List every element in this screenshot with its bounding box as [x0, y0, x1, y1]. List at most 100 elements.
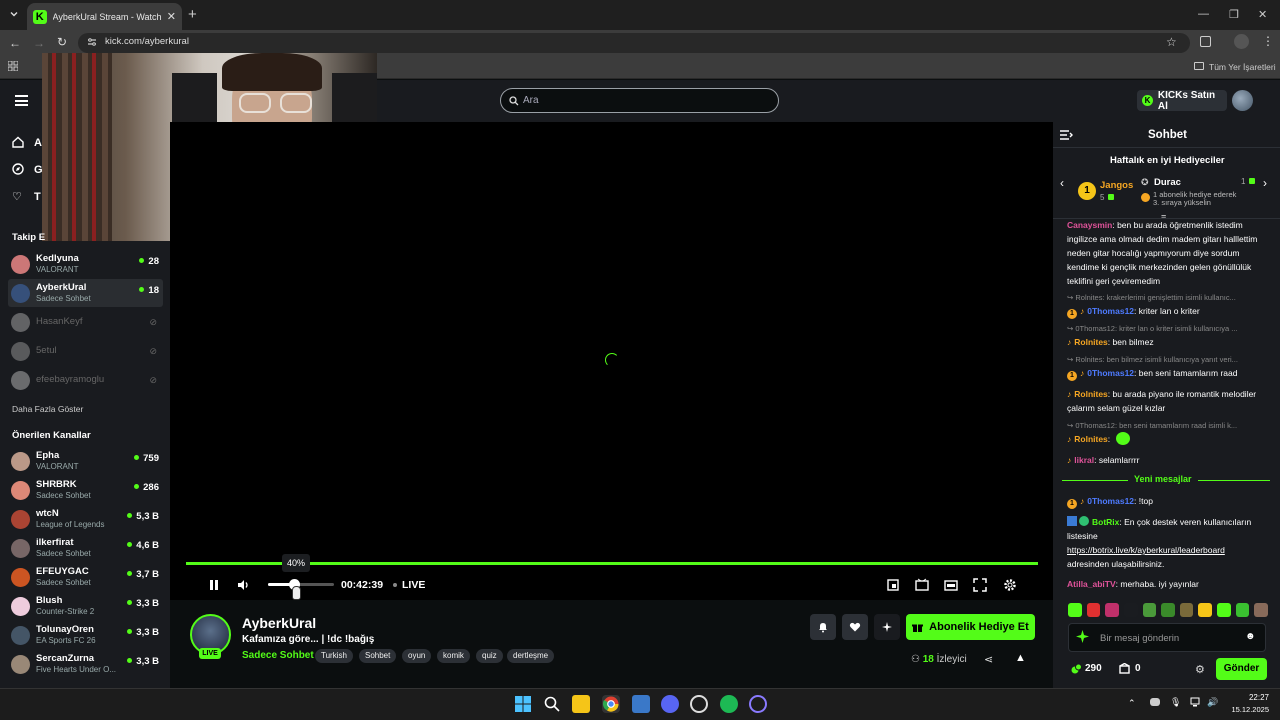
sidebar-channel-efeebayramoglu[interactable]: efeebayramoglu ⊘ — [8, 366, 163, 394]
chat-link[interactable]: https://botrix.live/k/ayberkural/leaderb… — [1067, 543, 1267, 557]
emote-icon[interactable] — [1161, 603, 1175, 617]
window-close-icon[interactable]: ✕ — [1258, 8, 1267, 21]
sidebar-channel-ilkerfirat[interactable]: ilkerfirat Sadece Sohbet 4,6 B — [8, 534, 163, 562]
apps-grid-icon[interactable] — [8, 61, 18, 71]
emote-icon[interactable] — [1198, 603, 1213, 617]
theater-button[interactable] — [915, 578, 929, 592]
site-info-icon[interactable] — [87, 37, 97, 47]
url-field[interactable] — [78, 33, 1190, 53]
chat-settings-gear-icon[interactable]: ⚙ — [1195, 663, 1205, 676]
sparkle-button[interactable] — [874, 614, 900, 640]
profile-avatar[interactable] — [1234, 34, 1249, 49]
emote-icon[interactable] — [1254, 603, 1269, 617]
tray-discord-icon[interactable] — [1150, 698, 1160, 706]
report-warning-icon[interactable]: ▲ — [1015, 652, 1026, 664]
forward-icon[interactable]: → — [33, 36, 45, 50]
network-icon[interactable] — [1190, 697, 1200, 707]
all-bookmarks-link[interactable]: Tüm Yer İşaretleri — [1209, 62, 1276, 72]
chat-username[interactable]: 0Thomas12 — [1087, 496, 1134, 506]
notification-bell-button[interactable] — [810, 614, 836, 640]
new-tab-button[interactable]: + — [188, 6, 197, 23]
show-more-link[interactable]: Daha Fazla Göster — [12, 404, 83, 414]
tray-chevron-up-icon[interactable]: ⌃ — [1128, 698, 1136, 709]
chat-reply-preview[interactable]: ↪ 0Thomas12: ben seni tamamlarım raad is… — [1067, 421, 1267, 430]
restore-icon[interactable]: ❐ — [1229, 8, 1239, 21]
sidebar-channel-tolunayoren[interactable]: TolunayOren EA Sports FC 26 3,3 B — [8, 621, 163, 649]
chat-username[interactable]: Atilla_abiTV — [1067, 579, 1116, 589]
kick-sparkle-icon[interactable] — [1076, 630, 1089, 643]
fullscreen-button[interactable] — [973, 578, 987, 592]
taskbar-clock-date[interactable]: 15.12.2025 — [1226, 705, 1269, 714]
emote-icon[interactable] — [1142, 603, 1157, 617]
taskbar-clock-time[interactable]: 22:27 — [1247, 693, 1269, 702]
sidebar-nav-home[interactable]: A — [34, 137, 42, 149]
spotify-icon[interactable] — [720, 695, 738, 713]
buy-kicks-button[interactable]: K KICKs Satın Al — [1137, 90, 1227, 112]
photos-app-icon[interactable] — [632, 695, 650, 713]
chrome-taskbar-button[interactable] — [602, 695, 620, 713]
browser-tab-active[interactable]: K AyberkUral Stream - Watch Live ✕ — [27, 3, 182, 30]
stream-category[interactable]: Sadece Sohbet — [242, 650, 314, 661]
gifters-prev-icon[interactable]: ‹ — [1060, 176, 1064, 190]
sidebar-channel-shrbrk[interactable]: SHRBRK Sadece Sohbet 286 — [8, 476, 163, 504]
clip-button[interactable] — [886, 578, 900, 592]
tag-chip[interactable]: oyun — [402, 649, 432, 663]
taskbar-search-icon[interactable] — [543, 695, 561, 713]
app-circle-icon[interactable] — [749, 695, 767, 713]
streamer-name[interactable]: AyberkUral — [242, 615, 316, 631]
browse-icon[interactable] — [12, 163, 24, 175]
gifter-name[interactable]: Jangos — [1100, 180, 1133, 191]
chat-username[interactable]: 0Thomas12 — [1087, 368, 1134, 378]
emoji-picker-icon[interactable]: ☻ — [1245, 631, 1256, 642]
chat-username[interactable]: likral — [1074, 455, 1094, 465]
collapse-chat-icon[interactable] — [1060, 130, 1073, 140]
tag-chip[interactable]: Turkish — [315, 649, 353, 663]
emote-icon[interactable] — [1105, 603, 1119, 617]
gifters-next-icon[interactable]: › — [1263, 176, 1267, 190]
tag-chip[interactable]: dertleşme — [507, 649, 555, 663]
menu-hamburger-icon[interactable] — [15, 95, 28, 106]
discord-icon[interactable] — [661, 695, 679, 713]
home-icon[interactable] — [12, 136, 24, 148]
chat-username[interactable]: Rolnites — [1074, 434, 1108, 444]
emote-icon[interactable] — [1068, 603, 1082, 617]
emote-icon[interactable] — [1179, 603, 1194, 617]
sidebar-channel-blush[interactable]: Blush Counter-Strike 2 3,3 B — [8, 592, 163, 620]
tag-chip[interactable]: Sohbet — [359, 649, 397, 663]
search-input[interactable] — [500, 88, 779, 113]
gifter-name[interactable]: Durac — [1154, 177, 1181, 188]
chat-username[interactable]: Rolnites — [1074, 389, 1108, 399]
heart-icon[interactable]: ♡ — [12, 190, 22, 203]
tab-close-icon[interactable]: ✕ — [167, 10, 176, 23]
miniplayer-button[interactable] — [944, 578, 958, 592]
sidebar-channel-5etul[interactable]: 5etul ⊘ — [8, 337, 163, 365]
start-windows-icon[interactable] — [514, 695, 532, 713]
chat-username[interactable]: Rolnites — [1074, 337, 1108, 347]
send-button[interactable]: Gönder — [1216, 658, 1267, 680]
file-explorer-icon[interactable] — [572, 695, 590, 713]
pause-button[interactable] — [207, 578, 221, 592]
emote-icon[interactable] — [1123, 603, 1138, 617]
sidebar-channel-epha[interactable]: Epha VALORANT 759 — [8, 447, 163, 475]
sidebar-channel-hasankeyf[interactable]: HasanKeyf ⊘ — [8, 308, 163, 336]
chat-username[interactable]: BotRix — [1092, 517, 1119, 527]
browser-menu-icon[interactable]: ⋮ — [1262, 34, 1274, 48]
emote-icon[interactable] — [1217, 603, 1231, 617]
sidebar-channel-efeuygac[interactable]: EFEUYGAC Sadece Sohbet 3,7 B — [8, 563, 163, 591]
back-icon[interactable]: ← — [9, 36, 21, 50]
minimize-icon[interactable]: — — [1198, 8, 1209, 20]
user-avatar[interactable] — [1232, 90, 1253, 111]
video-progress-bar[interactable] — [186, 562, 1038, 565]
follow-heart-button[interactable] — [842, 614, 868, 640]
live-indicator[interactable]: LIVE — [402, 579, 425, 591]
gift-subscription-button[interactable]: Abonelik Hediye Et — [906, 614, 1035, 640]
bookmark-star-icon[interactable]: ☆ — [1166, 35, 1177, 49]
settings-button[interactable] — [1003, 578, 1017, 592]
extensions-icon[interactable] — [1200, 36, 1211, 47]
speaker-icon[interactable]: 🔊 — [1207, 697, 1218, 708]
sidebar-channel-sercanzurna[interactable]: SercanZurna Five Hearts Under O... 3,3 B — [8, 650, 163, 678]
tag-chip[interactable]: quiz — [476, 649, 503, 663]
sidebar-channel-wtcn[interactable]: wtcN League of Legends 5,3 B — [8, 505, 163, 533]
tag-chip[interactable]: komik — [437, 649, 470, 663]
sidebar-nav-following[interactable]: T — [34, 191, 41, 203]
